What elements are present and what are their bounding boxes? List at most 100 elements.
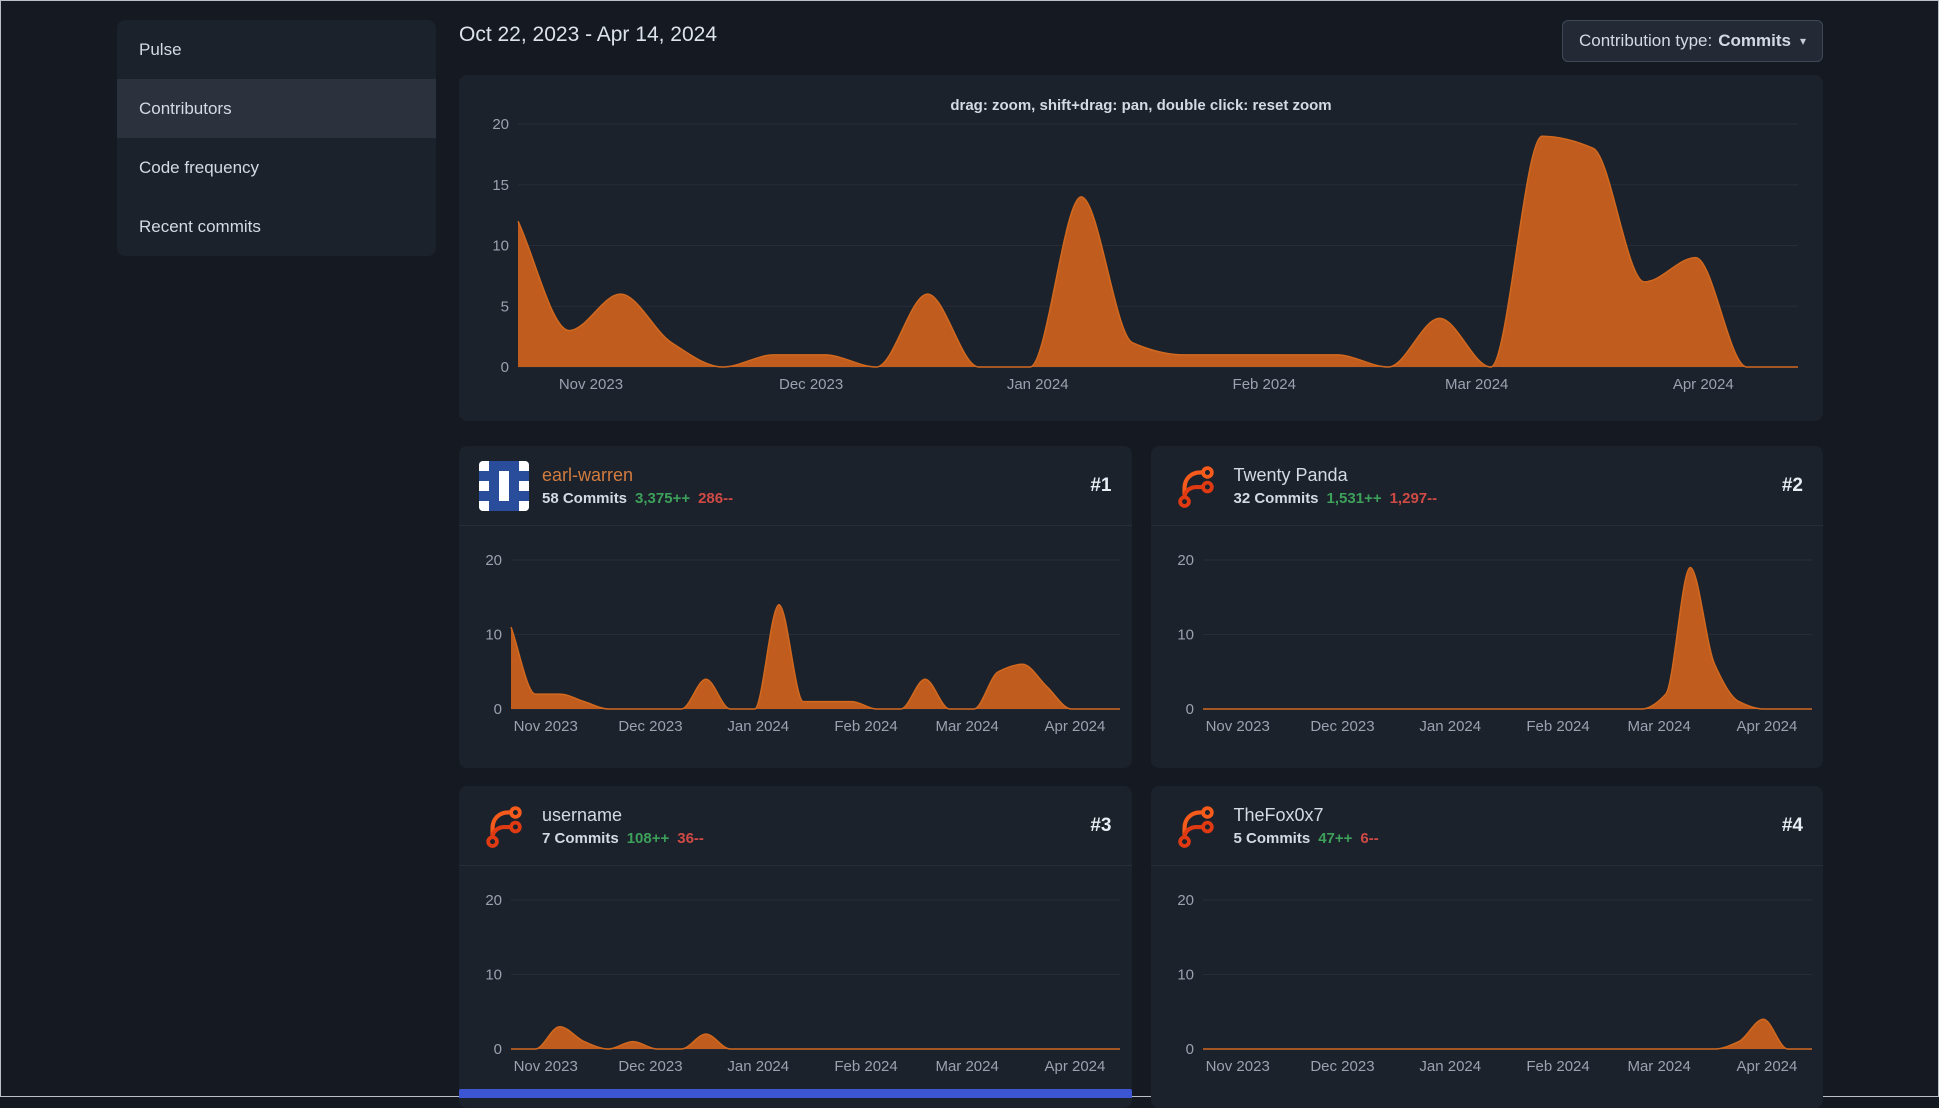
svg-text:Mar 2024: Mar 2024	[935, 1058, 998, 1075]
deletions-count: 286--	[698, 489, 734, 507]
contribution-type-dropdown[interactable]: Contribution type: Commits ▾	[1561, 20, 1823, 62]
svg-text:Dec 2023: Dec 2023	[618, 1058, 682, 1075]
svg-text:0: 0	[1185, 1041, 1193, 1058]
svg-text:Dec 2023: Dec 2023	[618, 718, 682, 735]
svg-text:Jan 2024: Jan 2024	[727, 1058, 789, 1075]
svg-text:10: 10	[1177, 627, 1194, 644]
commit-count: 32 Commits	[1233, 489, 1319, 507]
contributor-card-2: Twenty Panda 32 Commits 1,531++ 1,297-- …	[1150, 446, 1823, 768]
svg-text:5: 5	[501, 298, 509, 315]
sidebar-item-recent-commits[interactable]: Recent commits	[117, 197, 436, 256]
additions-count: 47++	[1318, 829, 1353, 847]
contributor-stats: 5 Commits 47++ 6--	[1234, 830, 1769, 847]
contributor-name-link[interactable]: username	[542, 805, 1077, 826]
deletions-count: 36--	[677, 829, 704, 847]
svg-text:Dec 2023: Dec 2023	[1310, 1058, 1374, 1075]
contributor-avatar[interactable]	[479, 460, 529, 511]
commit-count: 5 Commits	[1233, 829, 1311, 847]
topbar: Oct 22, 2023 - Apr 14, 2024 Contribution…	[459, 20, 1823, 75]
svg-text:Jan 2024: Jan 2024	[1419, 718, 1481, 735]
svg-text:Feb 2024: Feb 2024	[1526, 718, 1589, 735]
svg-text:0: 0	[494, 701, 502, 718]
overall-contributions-chart[interactable]: 0 5 10 15 20 Nov 2023 Dec 2023 Jan 2024 Feb 2024…	[459, 75, 1823, 421]
svg-text:Nov 2023: Nov 2023	[514, 1058, 578, 1075]
svg-text:Mar 2024: Mar 2024	[935, 718, 998, 735]
overall-contributions-card: drag: zoom, shift+drag: pan, double clic…	[459, 75, 1823, 421]
contributor-card-header: username 7 Commits 108++ 36-- #3	[459, 786, 1132, 866]
contributor-card-header: earl-warren 58 Commits 3,375++ 286-- #1	[459, 446, 1132, 526]
contributor-rank: #2	[1781, 474, 1803, 496]
contributor-avatar[interactable]	[479, 801, 529, 851]
contribution-type-value: Commits	[1718, 31, 1791, 50]
contributor-avatar[interactable]	[1171, 801, 1221, 851]
svg-text:Mar 2024: Mar 2024	[1627, 1058, 1690, 1075]
contributor-card-3: username 7 Commits 108++ 36-- #3 0 10 20 No…	[459, 786, 1132, 1108]
svg-text:Apr 2024: Apr 2024	[1044, 718, 1105, 735]
additions-count: 108++	[626, 829, 670, 847]
svg-text:10: 10	[485, 967, 502, 984]
contributor-avatar[interactable]	[1171, 461, 1221, 511]
sidebar-item-label: Pulse	[139, 39, 182, 59]
deletions-count: 1,297--	[1389, 489, 1438, 507]
contributor-name-link[interactable]: earl-warren	[542, 465, 1077, 486]
svg-text:Apr 2024: Apr 2024	[1044, 1058, 1105, 1075]
svg-text:15: 15	[492, 177, 509, 194]
contributor-name-link[interactable]: Twenty Panda	[1234, 465, 1769, 486]
sidebar-item-code-frequency[interactable]: Code frequency	[117, 138, 436, 197]
activity-sidebar-menu: Pulse Contributors Code frequency Recent…	[117, 20, 436, 256]
svg-text:20: 20	[485, 552, 502, 569]
contributor-meta: username 7 Commits 108++ 36--	[542, 805, 1077, 847]
svg-text:Dec 2023: Dec 2023	[779, 376, 843, 393]
sidebar-item-label: Code frequency	[139, 157, 260, 177]
svg-text:20: 20	[485, 892, 502, 909]
contributor-cards-grid: earl-warren 58 Commits 3,375++ 286-- #1 …	[459, 446, 1823, 1108]
svg-text:Apr 2024: Apr 2024	[1736, 718, 1797, 735]
svg-text:Feb 2024: Feb 2024	[1526, 1058, 1589, 1075]
svg-text:Feb 2024: Feb 2024	[834, 718, 897, 735]
contributor-meta: TheFox0x7 5 Commits 47++ 6--	[1234, 805, 1769, 847]
svg-text:Mar 2024: Mar 2024	[1445, 376, 1508, 393]
sidebar-item-label: Recent commits	[139, 216, 261, 236]
contributor-card-header: Twenty Panda 32 Commits 1,531++ 1,297-- …	[1150, 446, 1823, 526]
svg-text:0: 0	[1185, 701, 1193, 718]
svg-text:Feb 2024: Feb 2024	[834, 1058, 897, 1075]
commit-count: 7 Commits	[542, 829, 619, 847]
contributor-stats: 58 Commits 3,375++ 286--	[542, 490, 1077, 507]
date-range-heading: Oct 22, 2023 - Apr 14, 2024	[459, 23, 718, 46]
svg-text:Nov 2023: Nov 2023	[1205, 718, 1269, 735]
contributor-stats: 7 Commits 108++ 36--	[542, 830, 1077, 847]
svg-text:0: 0	[494, 1041, 502, 1058]
contributor-card-4: TheFox0x7 5 Commits 47++ 6-- #4 0 10 20 Nov…	[1150, 786, 1823, 1108]
svg-text:20: 20	[1177, 552, 1194, 569]
contributor-card-1: earl-warren 58 Commits 3,375++ 286-- #1 …	[459, 446, 1132, 768]
svg-text:Nov 2023: Nov 2023	[559, 376, 623, 393]
contributors-activity-page: Pulse Contributors Code frequency Recent…	[1, 1, 1938, 1108]
svg-text:Mar 2024: Mar 2024	[1627, 718, 1690, 735]
contributor-rank: #4	[1781, 814, 1803, 836]
chevron-down-icon: ▾	[1799, 34, 1806, 48]
additions-count: 3,375++	[635, 489, 691, 507]
contribution-type-label: Contribution type:	[1578, 31, 1713, 50]
svg-text:10: 10	[492, 238, 509, 255]
sidebar-item-pulse[interactable]: Pulse	[117, 20, 436, 79]
commit-count: 58 Commits	[542, 489, 628, 507]
sidebar-item-contributors[interactable]: Contributors	[117, 79, 436, 138]
svg-text:0: 0	[501, 359, 509, 376]
contributor-meta: earl-warren 58 Commits 3,375++ 286--	[542, 465, 1077, 507]
svg-text:20: 20	[1177, 892, 1194, 909]
contributor-name-link[interactable]: TheFox0x7	[1234, 805, 1769, 826]
contributor-meta: Twenty Panda 32 Commits 1,531++ 1,297--	[1234, 465, 1769, 507]
svg-text:20: 20	[492, 116, 509, 133]
svg-text:Jan 2024: Jan 2024	[1419, 1058, 1481, 1075]
svg-text:Nov 2023: Nov 2023	[514, 718, 578, 735]
chart-controls-hint: drag: zoom, shift+drag: pan, double clic…	[950, 97, 1332, 114]
svg-text:Jan 2024: Jan 2024	[727, 718, 789, 735]
svg-text:10: 10	[1177, 967, 1194, 984]
deletions-count: 6--	[1360, 829, 1379, 847]
sidebar-item-label: Contributors	[139, 98, 232, 118]
contributor-stats: 32 Commits 1,531++ 1,297--	[1234, 490, 1769, 507]
main-content: Oct 22, 2023 - Apr 14, 2024 Contribution…	[459, 20, 1823, 1108]
svg-text:Apr 2024: Apr 2024	[1736, 1058, 1797, 1075]
svg-text:Nov 2023: Nov 2023	[1205, 1058, 1269, 1075]
svg-text:Apr 2024: Apr 2024	[1673, 376, 1734, 393]
